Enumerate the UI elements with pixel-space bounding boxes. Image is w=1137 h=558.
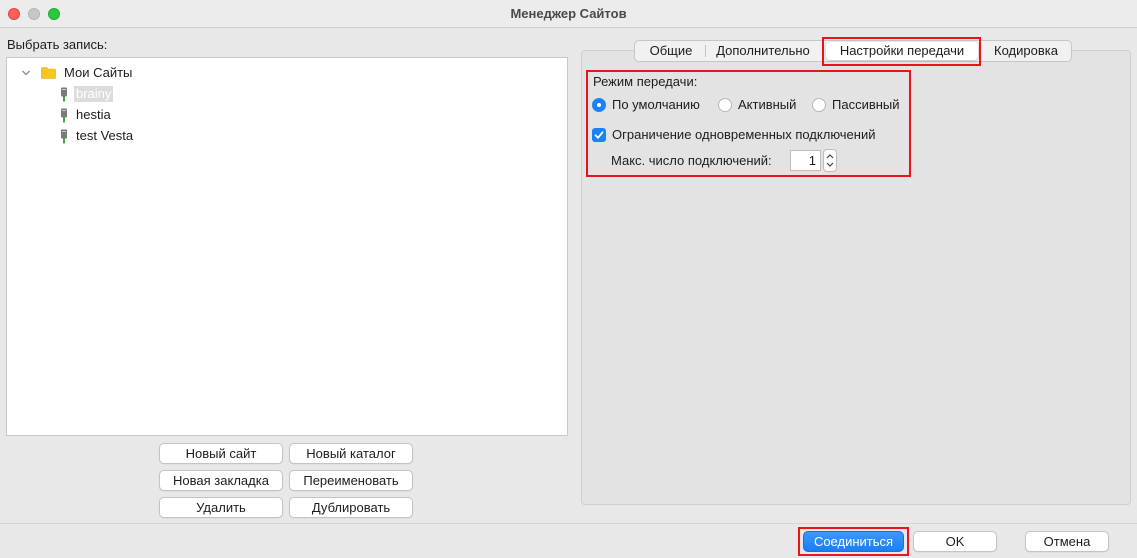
delete-button[interactable]: Удалить (159, 497, 283, 518)
duplicate-button[interactable]: Дублировать (289, 497, 413, 518)
site-tree[interactable]: Мои Сайты brainy hestia test Vesta (6, 57, 568, 436)
tree-item-label: hestia (76, 107, 111, 122)
chevron-down-icon (826, 162, 834, 167)
new-folder-button[interactable]: Новый каталог (289, 443, 413, 464)
radio-default-label: По умолчанию (612, 97, 700, 112)
select-entry-label: Выбрать запись: (7, 37, 108, 52)
chevron-up-icon (826, 154, 834, 159)
tab-transfer-settings[interactable]: Настройки передачи (826, 42, 978, 60)
tab-advanced[interactable]: Дополнительно (706, 41, 820, 61)
rename-button[interactable]: Переименовать (289, 470, 413, 491)
radio-active[interactable] (718, 98, 732, 112)
tree-root-my-sites[interactable]: Мои Сайты (21, 63, 134, 83)
tree-item-label: test Vesta (76, 128, 134, 143)
transfer-mode-label: Режим передачи: (593, 74, 698, 89)
checkmark-icon (594, 131, 604, 139)
server-icon (60, 129, 68, 144)
limit-connections-checkbox[interactable] (592, 128, 606, 142)
radio-default[interactable] (592, 98, 606, 112)
tree-item-hestia[interactable]: hestia (60, 105, 113, 125)
footer-divider (0, 523, 1137, 524)
folder-icon (41, 67, 56, 79)
max-connections-label: Макс. число подключений: (611, 153, 772, 168)
tab-general[interactable]: Общие (637, 41, 705, 61)
max-connections-stepper[interactable] (823, 149, 837, 172)
limit-connections-label: Ограничение одновременных подключений (612, 127, 876, 142)
title-bar: Менеджер Сайтов (0, 0, 1137, 28)
ok-button[interactable]: OK (913, 531, 997, 552)
new-bookmark-button[interactable]: Новая закладка (159, 470, 283, 491)
settings-tabs: Общие Дополнительно Настройки передачи К… (634, 40, 1072, 62)
server-icon (60, 87, 68, 102)
max-connections-input[interactable]: 1 (790, 150, 821, 171)
window-title: Менеджер Сайтов (510, 6, 627, 21)
tab-charset[interactable]: Кодировка (982, 41, 1070, 61)
settings-panel (581, 50, 1131, 505)
radio-active-label: Активный (738, 97, 797, 112)
tree-item-brainy[interactable]: brainy (60, 84, 114, 104)
tree-root-label: Мои Сайты (64, 65, 133, 80)
tree-item-label: brainy (74, 86, 114, 102)
new-site-button[interactable]: Новый сайт (159, 443, 283, 464)
cancel-button[interactable]: Отмена (1025, 531, 1109, 552)
connect-button[interactable]: Соединиться (803, 531, 904, 552)
tree-item-test-vesta[interactable]: test Vesta (60, 126, 135, 146)
server-icon (60, 108, 68, 123)
chevron-down-icon[interactable] (21, 68, 31, 78)
radio-passive-label: Пассивный (832, 97, 900, 112)
radio-passive[interactable] (812, 98, 826, 112)
